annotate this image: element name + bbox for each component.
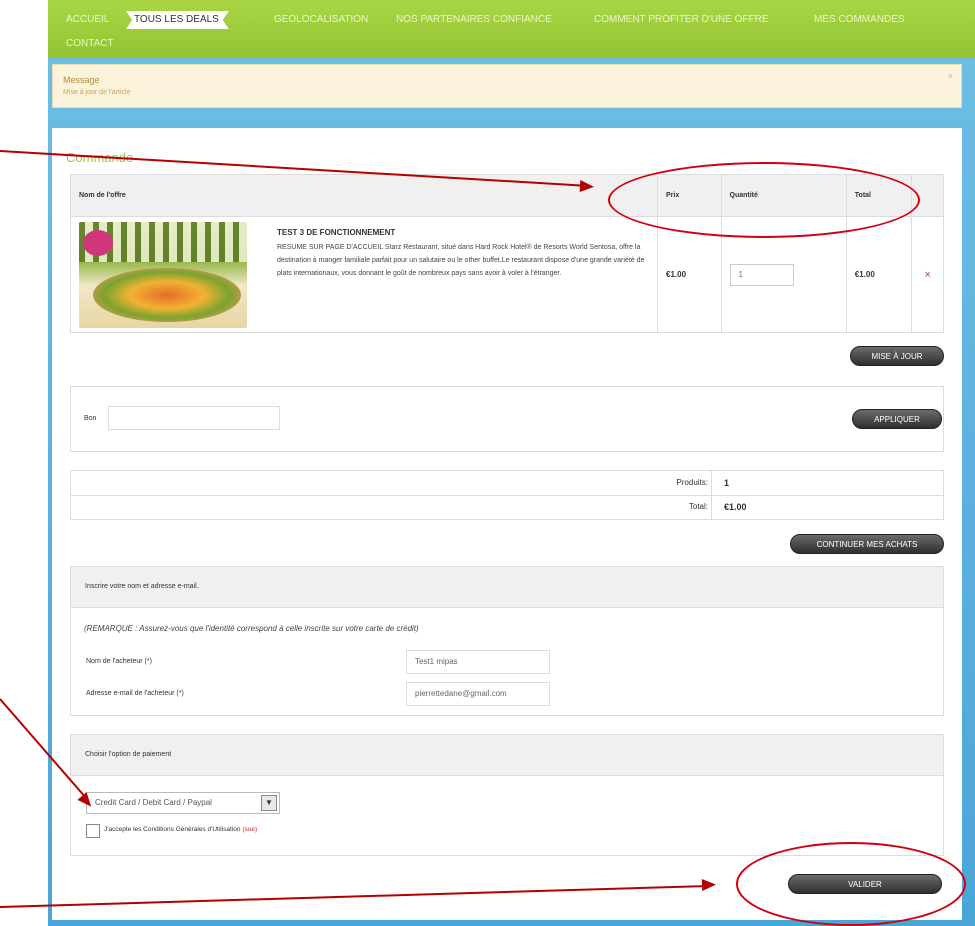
chevron-down-icon[interactable]: ▼ bbox=[261, 795, 277, 811]
terms-label: J'accepte les Conditions Générales d'Uti… bbox=[104, 826, 257, 833]
annotation-ellipse-submit bbox=[736, 842, 966, 926]
nav-item-mes-commandes[interactable]: MES COMMANDES bbox=[814, 14, 905, 25]
annotation-ellipse-columns bbox=[608, 162, 920, 238]
products-value: 1 bbox=[724, 478, 730, 488]
terms-checkbox[interactable] bbox=[86, 824, 100, 838]
coupon-input[interactable] bbox=[108, 406, 280, 430]
continue-shopping-button[interactable]: CONTINUER MES ACHATS bbox=[790, 534, 944, 554]
nav-item-contact[interactable]: CONTACT bbox=[66, 38, 114, 49]
quantity-input[interactable] bbox=[729, 263, 794, 286]
message-title: Message bbox=[63, 75, 100, 85]
buyer-email-field[interactable]: pierrettedane@gmail.com bbox=[406, 682, 550, 706]
nav-item-partenaires[interactable]: NOS PARTENAIRES CONFIANCE bbox=[396, 14, 552, 25]
total-label: Total: bbox=[688, 502, 708, 511]
total-value: €1.00 bbox=[724, 502, 747, 512]
payment-select-value: Credit Card / Debit Card / Paypal bbox=[95, 798, 212, 807]
nav-item-comment-profiter[interactable]: COMMENT PROFITER D'UNE OFFRE bbox=[594, 14, 769, 25]
message-banner: Message Mise à jour de l'article × bbox=[52, 64, 962, 108]
nav-item-tous-les-deals[interactable]: TOUS LES DEALS bbox=[126, 11, 229, 29]
buyer-section-header: Inscrire votre nom et adresse e-mail. bbox=[70, 566, 944, 608]
buyer-name-label: Nom de l'acheteur (*) bbox=[86, 658, 152, 665]
buyer-note: (REMARQUE : Assurez-vous que l'identité … bbox=[84, 624, 419, 633]
payment-select[interactable]: Credit Card / Debit Card / Paypal ▼ bbox=[86, 792, 280, 814]
payment-section-header: Choisir l'option de paiement bbox=[70, 734, 944, 776]
message-text: Mise à jour de l'article bbox=[63, 89, 131, 96]
payment-section-title: Choisir l'option de paiement bbox=[85, 751, 172, 758]
offer-cell: TEST 3 DE FONCTIONNEMENT RESUME SUR PAGE… bbox=[70, 216, 658, 333]
buyer-email-label: Adresse e-mail de l'acheteur (*) bbox=[86, 690, 184, 697]
top-navigation: ACCUEIL TOUS LES DEALS GEOLOCALISATION N… bbox=[48, 0, 975, 58]
total-cell: €1.00 bbox=[845, 216, 913, 333]
offer-description: RESUME SUR PAGE D'ACCUEIL Starz Restaura… bbox=[277, 243, 645, 277]
summary-box bbox=[70, 470, 944, 520]
offer-image[interactable] bbox=[79, 221, 247, 328]
annotation-arrowhead-columns bbox=[579, 180, 595, 193]
terms-link[interactable]: (sue) bbox=[242, 826, 257, 833]
remove-cell: × bbox=[911, 216, 944, 333]
annotation-arrowhead-submit bbox=[701, 878, 717, 891]
nav-item-geolocalisation[interactable]: GEOLOCALISATION bbox=[274, 14, 368, 25]
terms-text: J'accepte les Conditions Générales d'Uti… bbox=[104, 826, 241, 833]
buyer-name-field[interactable]: Test1 mipas bbox=[406, 650, 550, 674]
nav-item-accueil[interactable]: ACCUEIL bbox=[66, 14, 109, 25]
update-button[interactable]: MISE À JOUR bbox=[850, 346, 944, 366]
remove-icon[interactable]: × bbox=[924, 269, 930, 281]
close-icon[interactable]: × bbox=[948, 71, 953, 81]
page-margin bbox=[0, 0, 48, 926]
products-label: Produits: bbox=[676, 478, 708, 487]
offer-title[interactable]: TEST 3 DE FONCTIONNEMENT bbox=[277, 228, 657, 237]
coupon-label: Bon bbox=[84, 415, 97, 422]
buyer-section-title: Inscrire votre nom et adresse e-mail. bbox=[85, 583, 199, 590]
apply-button[interactable]: APPLIQUER bbox=[852, 409, 942, 429]
col-header-name: Nom de l'offre bbox=[70, 174, 658, 217]
